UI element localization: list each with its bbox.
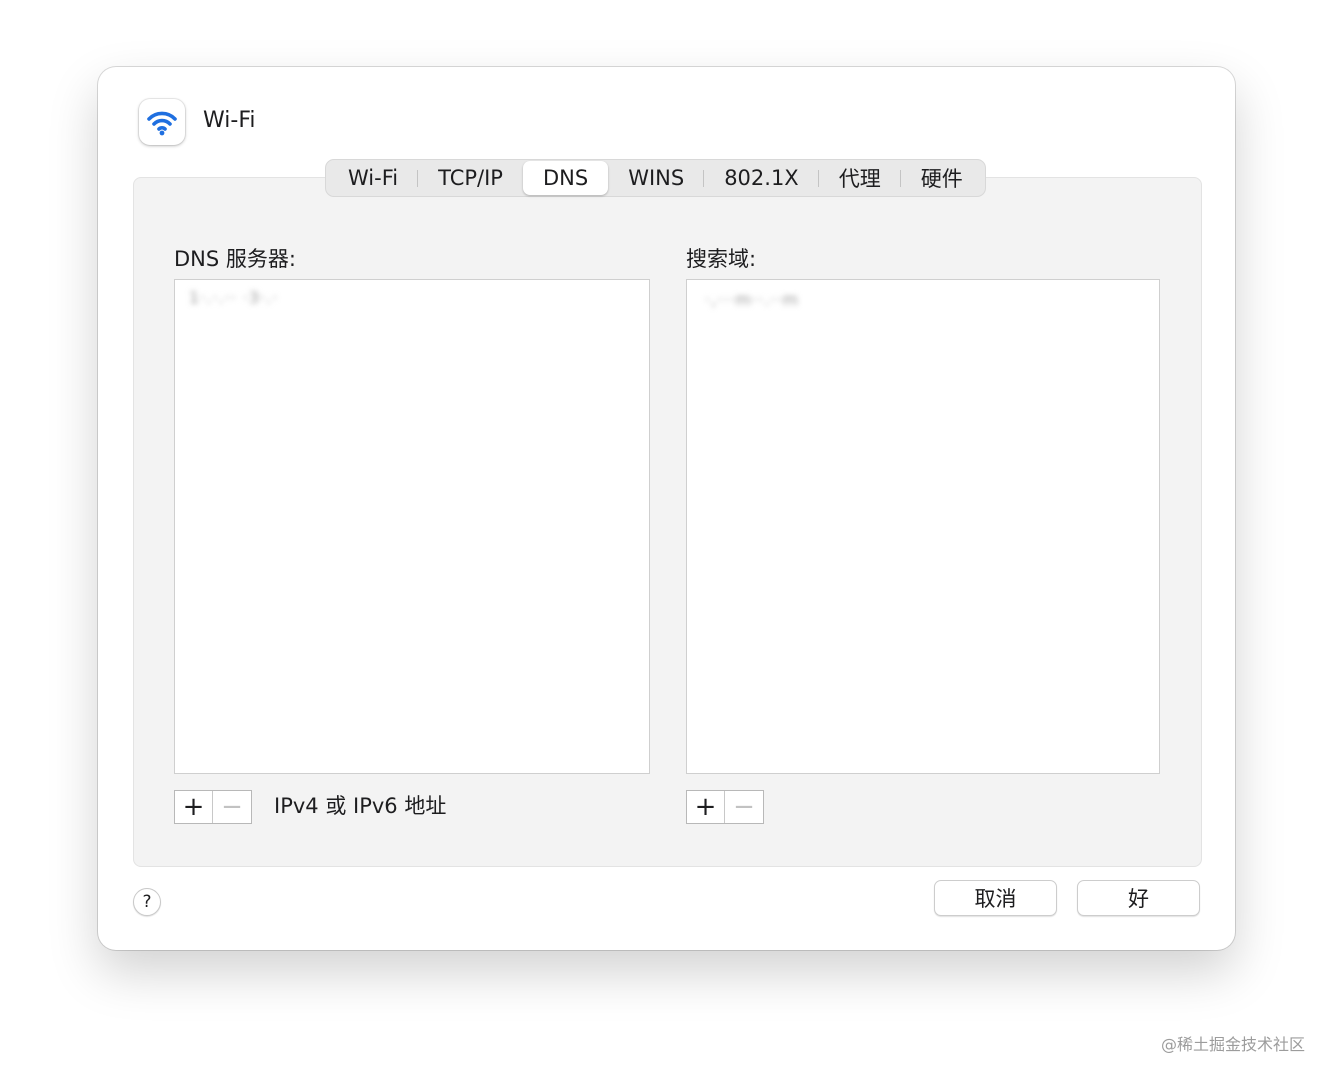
dns-server-item[interactable]: 1·.·.·· ·3·.· (189, 288, 278, 307)
add-dns-server-button[interactable]: + (175, 791, 213, 823)
address-hint: IPv4 或 IPv6 地址 (274, 794, 447, 818)
tab-proxy[interactable]: 代理 (819, 161, 901, 195)
help-button[interactable]: ? (133, 888, 161, 916)
watermark: @稀土掘金技术社区 (1160, 1035, 1305, 1054)
ok-button[interactable]: 好 (1077, 880, 1200, 916)
window-title: Wi-Fi (203, 108, 256, 133)
tab-bar: Wi-Fi TCP/IP DNS WINS 802.1X 代理 硬件 (325, 159, 986, 197)
search-domain-item[interactable]: ·,···m··.··m (705, 290, 799, 309)
tab-wifi[interactable]: Wi-Fi (328, 161, 419, 195)
tab-hardware[interactable]: 硬件 (901, 161, 983, 195)
cancel-button[interactable]: 取消 (934, 880, 1057, 916)
search-domain-buttons: + − (686, 790, 764, 824)
tab-wins[interactable]: WINS (608, 161, 705, 195)
remove-dns-server-button[interactable]: − (213, 791, 251, 823)
wifi-icon (147, 111, 177, 136)
dns-servers-label: DNS 服务器: (174, 247, 296, 271)
remove-search-domain-button[interactable]: − (725, 791, 763, 823)
tab-dns[interactable]: DNS (522, 161, 609, 195)
search-domains-label: 搜索域: (686, 247, 757, 271)
tab-8021x[interactable]: 802.1X (704, 161, 819, 195)
add-search-domain-button[interactable]: + (687, 791, 725, 823)
search-domains-list[interactable]: ·,···m··.··m (686, 279, 1160, 774)
wifi-app-icon (139, 99, 185, 145)
dns-servers-list[interactable]: 1·.·.·· ·3·.· (174, 279, 650, 774)
tab-tcpip[interactable]: TCP/IP (418, 161, 523, 195)
dns-server-buttons: + − (174, 790, 252, 824)
